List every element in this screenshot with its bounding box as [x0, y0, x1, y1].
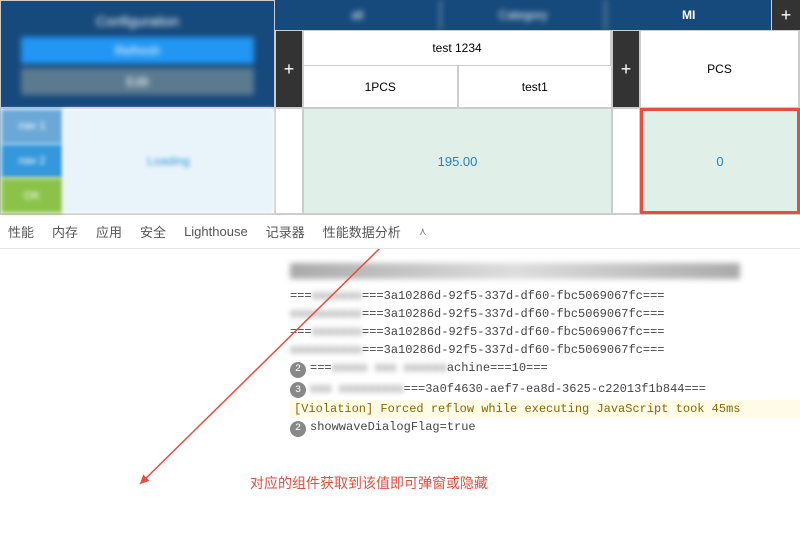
- side-tab-1[interactable]: nav 1: [1, 109, 63, 144]
- dt-tab-overflow-icon[interactable]: ⋏: [419, 225, 427, 238]
- log-line: xxxxxxxxxx===3a10286d-92f5-337d-df60-fbc…: [290, 305, 800, 323]
- dt-tab-lighthouse[interactable]: Lighthouse: [184, 224, 248, 239]
- console-content: ===xxxxxxx===3a10286d-92f5-337d-df60-fbc…: [0, 249, 800, 519]
- annotation-text: 对应的组件获取到该值即可弹窗或隐藏: [250, 473, 488, 493]
- side-tab-2[interactable]: nav 2: [1, 144, 63, 179]
- cell-test1[interactable]: test1: [458, 66, 613, 108]
- top-area: Configuration Refresh Edit nav 1 nav 2 O…: [0, 0, 800, 214]
- right-panel: all Category MI + + test 1234 1PCS test1…: [275, 0, 800, 214]
- count-badge: 3: [290, 382, 306, 398]
- value-cell-1[interactable]: 195.00: [303, 108, 612, 214]
- count-badge: 2: [290, 421, 306, 437]
- edit-button[interactable]: Edit: [21, 68, 254, 95]
- cell-title[interactable]: test 1234: [304, 31, 611, 65]
- violation-log: [Violation] Forced reflow while executin…: [290, 400, 800, 418]
- dt-tab-application[interactable]: 应用: [96, 222, 122, 241]
- top-tab-category[interactable]: Category: [441, 0, 607, 30]
- console-toolbar: [290, 263, 740, 279]
- value-row: 195.00 0: [275, 108, 800, 214]
- add-tab-button[interactable]: +: [772, 0, 800, 30]
- devtools-tabs: 性能 内存 应用 安全 Lighthouse 记录器 性能数据分析 ⋏: [0, 215, 800, 249]
- side-tabs: nav 1 nav 2 OK Loading: [0, 108, 275, 214]
- grid-col2: PCS: [640, 30, 800, 108]
- cell-pcs[interactable]: 1PCS: [303, 66, 458, 108]
- header-box: Configuration Refresh Edit: [0, 0, 275, 108]
- log-line: 3xxx xxxxxxxxx===3a0f4630-aef7-ea8d-3625…: [290, 380, 800, 401]
- cell-pcs-text[interactable]: PCS: [641, 31, 799, 107]
- left-panel: Configuration Refresh Edit nav 1 nav 2 O…: [0, 0, 275, 214]
- add-col-button-1[interactable]: +: [275, 30, 303, 108]
- grid-main: test 1234 1PCS test1: [303, 30, 612, 108]
- dt-tab-security[interactable]: 安全: [140, 222, 166, 241]
- refresh-button[interactable]: Refresh: [21, 37, 254, 64]
- log-line: ===xxxxxxx===3a10286d-92f5-337d-df60-fbc…: [290, 287, 800, 305]
- add-col-button-2[interactable]: +: [612, 30, 640, 108]
- flag-log: 2showwaveDialogFlag=true: [290, 418, 800, 439]
- value-cell-highlighted[interactable]: 0: [640, 108, 800, 214]
- side-tab-3[interactable]: OK: [1, 178, 63, 213]
- top-tab-all[interactable]: all: [275, 0, 441, 30]
- log-line: 2===xxxxx xxx xxxxxxachine===10===: [290, 359, 800, 380]
- cell-pcs-label: PCS: [640, 30, 800, 108]
- dt-tab-performance[interactable]: 性能: [8, 222, 34, 241]
- top-tab-mi[interactable]: MI: [606, 0, 772, 30]
- spacer-1: [275, 108, 303, 214]
- spacer-2: [612, 108, 640, 214]
- grid-header-row: test 1234: [303, 30, 612, 66]
- log-line: ===xxxxxxx===3a10286d-92f5-337d-df60-fbc…: [290, 323, 800, 341]
- top-tab-bar: all Category MI +: [275, 0, 800, 30]
- log-line: xxxxxxxxxx===3a10286d-92f5-337d-df60-fbc…: [290, 341, 800, 359]
- header-title: Configuration: [21, 9, 254, 33]
- dt-tab-recorder[interactable]: 记录器: [266, 222, 305, 241]
- tab-content: Loading: [63, 109, 274, 213]
- tab-column: nav 1 nav 2 OK: [1, 109, 63, 213]
- grid-area: + test 1234 1PCS test1 + PCS: [275, 30, 800, 108]
- dt-tab-insights[interactable]: 性能数据分析: [323, 222, 401, 241]
- grid-subheader-row: 1PCS test1: [303, 66, 612, 108]
- count-badge: 2: [290, 362, 306, 378]
- dt-tab-memory[interactable]: 内存: [52, 222, 78, 241]
- devtools-panel: 性能 内存 应用 安全 Lighthouse 记录器 性能数据分析 ⋏ ===x…: [0, 214, 800, 519]
